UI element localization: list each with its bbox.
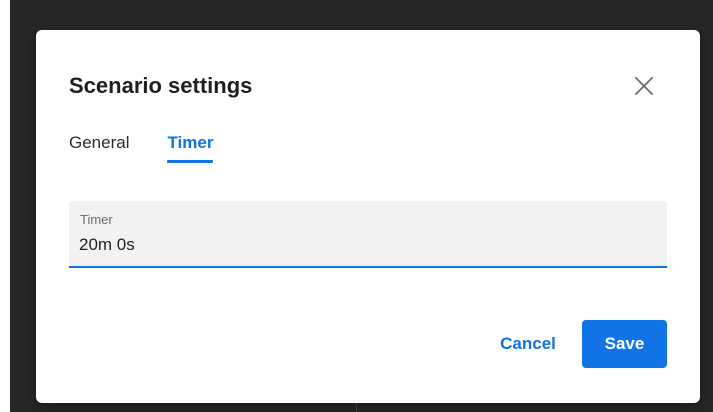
save-button[interactable]: Save xyxy=(582,320,667,368)
tab-timer[interactable]: Timer xyxy=(167,131,214,163)
dialog-title: Scenario settings xyxy=(69,73,253,98)
scenario-settings-dialog: Scenario settings General Timer Timer Ca… xyxy=(36,30,700,403)
background-panel-edge xyxy=(0,0,10,412)
close-button[interactable] xyxy=(630,72,658,100)
cancel-button[interactable]: Cancel xyxy=(488,320,568,368)
settings-tabs: General Timer xyxy=(69,131,214,163)
timer-input[interactable] xyxy=(79,233,649,257)
active-tab-indicator xyxy=(167,160,214,163)
timer-field[interactable]: Timer xyxy=(69,201,667,268)
tab-label: Timer xyxy=(167,133,214,152)
timer-field-label: Timer xyxy=(80,212,113,227)
close-icon xyxy=(630,72,658,100)
tab-label: General xyxy=(69,133,130,152)
tab-general[interactable]: General xyxy=(69,131,129,163)
